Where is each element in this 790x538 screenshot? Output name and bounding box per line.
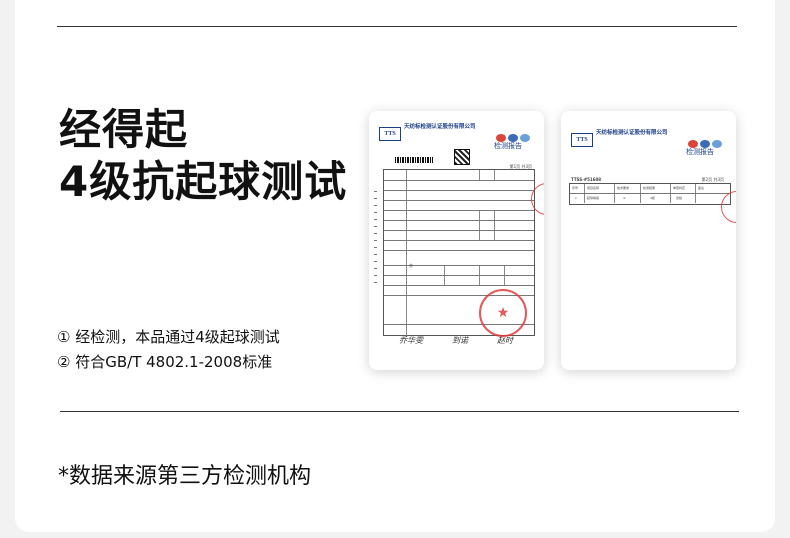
footnote: *数据来源第三方检测机构: [58, 464, 312, 489]
note-marker: ①: [57, 328, 71, 346]
binding-ticks: [374, 191, 377, 289]
report-title: 检测报告: [494, 142, 522, 150]
signature-1: 乔华雯: [399, 336, 423, 345]
cell-judge: 合格: [676, 196, 683, 200]
note-item: ① 经检测，本品通过4级起球测试: [57, 325, 280, 350]
report-title: 检测报告: [686, 148, 714, 156]
top-rule: [57, 26, 737, 27]
report-id: TTSS-#51608: [571, 177, 602, 182]
test-report-page-2: TTS 天纺标检测认证股份有限公司 检测报告 TTSS-#51608 第2页 共…: [561, 111, 736, 370]
note-text: 经检测，本品通过4级起球测试: [70, 328, 280, 346]
signature-3: 赵时: [497, 336, 513, 345]
org-name: 天纺标检测认证股份有限公司: [596, 130, 668, 136]
seal-star-icon: ★: [496, 305, 510, 321]
headline-line-2: 4级抗起球测试: [59, 157, 348, 206]
headline: 经得起 4级抗起球测试: [59, 104, 347, 208]
signature-2: 到诺: [452, 336, 468, 345]
cell-result: 4级: [650, 196, 655, 200]
col-header-judge: 单项判定: [673, 186, 686, 190]
note-marker: ②: [57, 353, 71, 371]
test-report-page-1: TTS 天纺标检测认证股份有限公司 检测报告 第1页 共3页 亦 ★ 乔华雯 到…: [369, 111, 544, 370]
org-name: 天纺标检测认证股份有限公司: [404, 124, 476, 130]
cell-item: 起球等级: [587, 196, 600, 200]
bottom-rule: [60, 411, 739, 412]
sample-name: 亦: [409, 263, 413, 268]
qr-code: [454, 149, 470, 165]
cell-req: ≥: [623, 196, 626, 200]
col-header-no: 序号: [572, 186, 579, 190]
col-header-req: 技术要求: [617, 186, 630, 190]
note-text: 符合GB/T 4802.1-2008标准: [70, 353, 273, 371]
headline-line-1: 经得起: [59, 105, 189, 154]
col-header-result: 检测结果: [643, 186, 656, 190]
barcode: [395, 157, 433, 163]
tts-logo: TTS: [379, 127, 401, 141]
red-seal: ★: [479, 289, 527, 337]
note-item: ② 符合GB/T 4802.1-2008标准: [57, 350, 280, 375]
tts-logo: TTS: [571, 133, 593, 147]
report-header: TTS 天纺标检测认证股份有限公司 检测报告: [571, 130, 726, 161]
col-header-note: 备注: [698, 186, 705, 190]
cell-no: 1: [575, 196, 577, 200]
result-table: 序号 项目名称 技术要求 检测结果 单项判定 备注 1 起球等级 ≥ 4级 合格: [569, 183, 731, 205]
notes-list: ① 经检测，本品通过4级起球测试 ② 符合GB/T 4802.1-2008标准: [57, 325, 280, 375]
col-header-item: 项目名称: [587, 186, 600, 190]
